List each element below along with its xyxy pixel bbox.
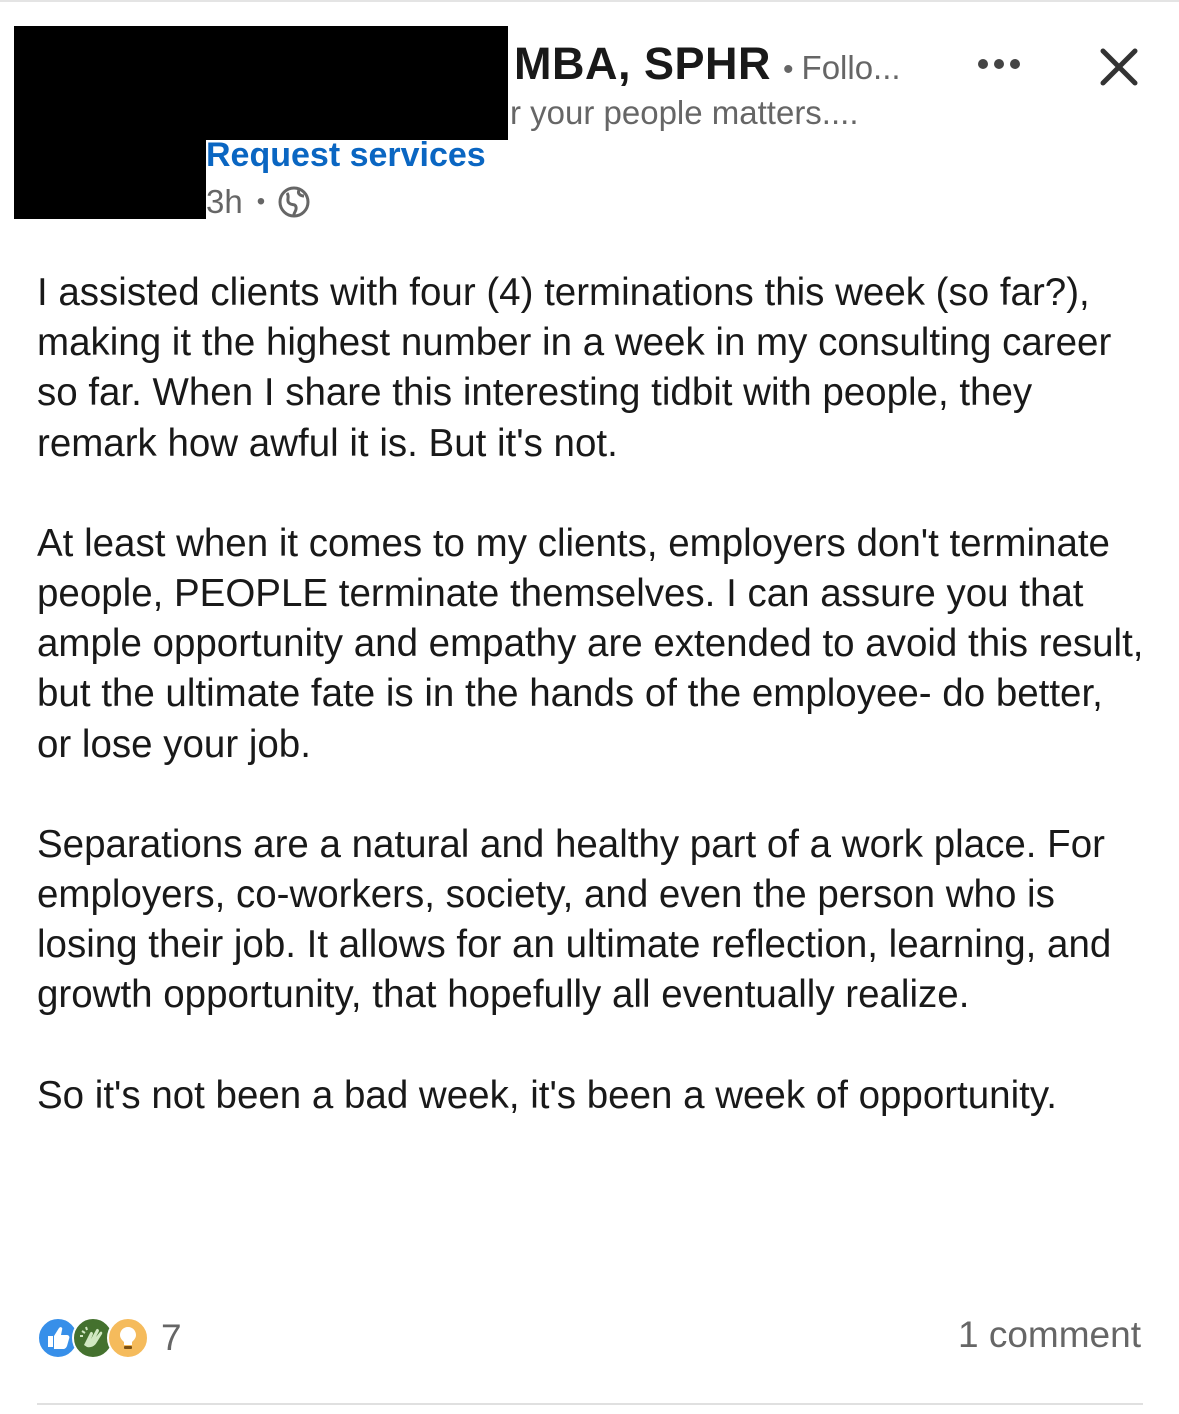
close-icon xyxy=(1099,47,1139,92)
separator-dot: • xyxy=(783,53,794,86)
bottom-divider xyxy=(37,1403,1143,1405)
author-name-line[interactable]: MBA, SPHR • Follo... xyxy=(514,38,901,94)
request-services-link[interactable]: Request services xyxy=(206,136,486,175)
author-name[interactable]: MBA, SPHR xyxy=(514,38,771,90)
close-button[interactable] xyxy=(1090,40,1148,98)
insightful-icon xyxy=(107,1317,149,1359)
follow-label[interactable]: Follo... xyxy=(802,49,901,87)
post-paragraph: I assisted clients with four (4) termina… xyxy=(37,271,1112,465)
post-paragraph: So it's not been a bad week, it's been a… xyxy=(37,1073,1057,1117)
top-divider xyxy=(0,0,1179,2)
comment-count-link[interactable]: 1 comment xyxy=(958,1314,1141,1356)
reaction-count[interactable]: 7 xyxy=(161,1317,182,1359)
redacted-author-name xyxy=(206,26,508,140)
more-horizontal-icon xyxy=(977,57,1021,75)
post-meta: 3h • xyxy=(206,180,311,224)
reactions-summary[interactable]: 7 xyxy=(37,1316,182,1360)
globe-icon xyxy=(277,185,311,219)
post-timestamp: 3h xyxy=(206,183,243,220)
post-paragraph: Separations are a natural and healthy pa… xyxy=(37,822,1112,1017)
separator-dot: • xyxy=(256,188,266,215)
redacted-avatar xyxy=(14,26,206,219)
author-headline: r your people matters.... xyxy=(510,94,859,131)
post-body[interactable]: I assisted clients with four (4) termina… xyxy=(37,268,1147,1171)
post-paragraph: At least when it comes to my clients, em… xyxy=(37,521,1144,766)
more-options-button[interactable] xyxy=(968,46,1030,86)
